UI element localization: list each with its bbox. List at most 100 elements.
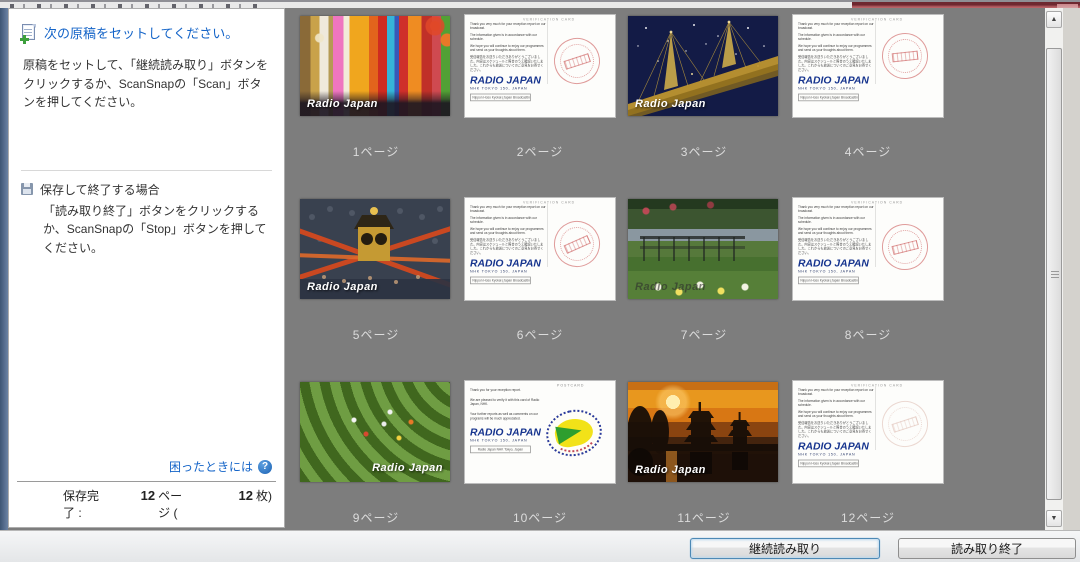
card-address: NHK TOKYO 150, JAPAN <box>470 86 546 90</box>
radio-japan-brand: RADIO JAPAN <box>798 258 874 269</box>
card-paragraph: The information given is in accordance w… <box>798 33 874 41</box>
right-margin-column <box>1063 8 1080 530</box>
save-icon <box>21 183 33 195</box>
scan-instruction-text: 原稿をセットして、「継続読み取り」ボタンをクリックするか、ScanSnapの「S… <box>23 56 270 112</box>
card-address: NHK TOKYO 150, JAPAN <box>798 452 874 456</box>
page-thumbnail-6[interactable]: VERIFICATION CARD Thank you very much fo… <box>464 197 616 301</box>
scrollbar-down-button[interactable]: ▼ <box>1046 510 1062 527</box>
save-section-title: 保存して終了する場合 <box>40 181 160 198</box>
card-paragraph: Thank you very much for your reception r… <box>798 22 874 30</box>
page-label: 11ページ <box>628 509 780 526</box>
section-divider <box>21 170 272 171</box>
page-thumbnail-9[interactable]: Radio Japan <box>300 382 450 482</box>
radio-japan-brand: RADIO JAPAN <box>470 75 546 86</box>
continue-scan-button[interactable]: 継続読み取り <box>690 538 880 559</box>
page-cell-6: VERIFICATION CARD Thank you very much fo… <box>464 197 628 380</box>
page-thumbnail-10[interactable]: POSTCARD Thank you for your reception re… <box>464 380 616 484</box>
red-stamp <box>548 32 606 90</box>
status-sheet-unit: 枚) <box>256 487 272 504</box>
page-thumbnail-4[interactable]: VERIFICATION CARD Thank you very much fo… <box>792 14 944 118</box>
page-cell-5: Radio Japan 5ページ <box>300 197 464 380</box>
page-thumbnail-11[interactable]: Radio Japan <box>628 382 778 482</box>
page-label: 6ページ <box>464 326 616 343</box>
card-paragraph: The information given is in accordance w… <box>798 399 874 407</box>
radio-japan-brand: RADIO JAPAN <box>798 75 874 86</box>
page-cell-12: VERIFICATION CARD Thank you very much fo… <box>792 380 956 530</box>
card-paragraph: Thank you very much for your reception r… <box>470 205 546 213</box>
help-link[interactable]: 困ったときには <box>169 458 253 475</box>
page-cell-9: Radio Japan 9ページ <box>300 380 464 530</box>
instruction-panel: 次の原稿をセットしてください。 原稿をセットして、「継続読み取り」ボタンをクリッ… <box>8 8 285 528</box>
page-label: 10ページ <box>464 509 616 526</box>
card-footer-box: Nippon Hoso Kyokai (Japan Broadcasting C… <box>470 94 531 102</box>
card-paragraph: We hope you will continue to enjoy our p… <box>470 227 546 235</box>
scrollbar-up-button[interactable]: ▲ <box>1046 11 1062 28</box>
page-label: 8ページ <box>792 326 944 343</box>
page-label: 2ページ <box>464 143 616 160</box>
page-cell-11: Radio Japan 11ページ <box>628 380 792 530</box>
set-document-icon <box>21 24 37 42</box>
card-address: NHK TOKYO 150, JAPAN <box>470 439 546 443</box>
page-label: 3ページ <box>628 143 780 160</box>
status-page-count: 12 <box>141 488 155 503</box>
card-header: VERIFICATION CARD <box>851 18 903 22</box>
card-paragraph: Thank you for your reception report. <box>470 388 546 392</box>
card-paragraph-ja: 受信報告をお送りいただきありがとうございました。内容はスケジュールと照合のうえ確… <box>798 55 874 72</box>
page-cell-10: POSTCARD Thank you for your reception re… <box>464 380 628 530</box>
vertical-scrollbar[interactable]: ▲ ▼ <box>1045 8 1063 530</box>
page-label: 7ページ <box>628 326 780 343</box>
page-cell-3: Radio Japan 3ページ <box>628 14 792 197</box>
scrollbar-thumb[interactable] <box>1046 48 1062 500</box>
card-paragraph: We hope you will continue to enjoy our p… <box>470 44 546 52</box>
page-cell-8: VERIFICATION CARD Thank you very much fo… <box>792 197 956 380</box>
panel-heading: 次の原稿をセットしてください。 <box>44 23 238 42</box>
card-paragraph-ja: 受信報告をお送りいただきありがとうございました。内容はスケジュールと照合のうえ確… <box>470 55 546 72</box>
card-paragraph: Thank you very much for your reception r… <box>798 388 874 396</box>
page-label: 9ページ <box>300 509 452 526</box>
card-divider <box>547 20 548 84</box>
card-paragraph: We hope you will continue to enjoy our p… <box>798 227 874 235</box>
card-address: NHK TOKYO 150, JAPAN <box>798 269 874 273</box>
red-stamp <box>877 219 933 275</box>
card-header: VERIFICATION CARD <box>851 201 903 205</box>
card-paragraph: Thank you very much for your reception r… <box>798 205 874 213</box>
scansnap-scan-dialog: 次の原稿をセットしてください。 原稿をセットして、「継続読み取り」ボタンをクリッ… <box>0 0 1080 562</box>
page-thumbnail-8[interactable]: VERIFICATION CARD Thank you very much fo… <box>792 197 944 301</box>
thumbnail-area: Radio Japan 1ページ VERIFICATION CARD Thank… <box>285 8 1045 530</box>
scroll-down-icon: ▼ <box>1051 515 1058 522</box>
page-thumbnail-1[interactable]: Radio Japan <box>300 16 450 116</box>
page-cell-7: Radio Japan 7ページ <box>628 197 792 380</box>
page-thumbnail-5[interactable]: Radio Japan <box>300 199 450 299</box>
page-grid: Radio Japan 1ページ VERIFICATION CARD Thank… <box>300 14 956 530</box>
help-icon[interactable]: ? <box>258 460 272 474</box>
status-sheet-count: 12 <box>239 488 253 503</box>
radio-japan-brand: RADIO JAPAN <box>470 258 546 269</box>
card-paragraph-ja: 受信報告をお送りいただきありがとうございました。内容はスケジュールと照合のうえ確… <box>798 238 874 255</box>
radio-japan-overlay: Radio Japan <box>372 462 443 474</box>
radio-japan-overlay: Radio Japan <box>635 281 706 293</box>
card-divider <box>875 20 876 84</box>
save-instruction-text: 「読み取り終了」ボタンをクリックするか、ScanSnapの「Stop」ボタンを押… <box>23 202 270 258</box>
page-thumbnail-3[interactable]: Radio Japan <box>628 16 778 116</box>
card-header: POSTCARD <box>557 384 584 388</box>
card-paragraph: We are pleased to verify it with this ca… <box>470 398 546 406</box>
card-address: NHK TOKYO 150, JAPAN <box>798 86 874 90</box>
page-thumbnail-7[interactable]: Radio Japan <box>628 199 778 299</box>
page-thumbnail-12[interactable]: VERIFICATION CARD Thank you very much fo… <box>792 380 944 484</box>
page-thumbnail-2[interactable]: VERIFICATION CARD Thank you very much fo… <box>464 14 616 118</box>
card-address: NHK TOKYO 150, JAPAN <box>470 269 546 273</box>
card-paragraph: The information given is in accordance w… <box>470 216 546 224</box>
page-cell-2: VERIFICATION CARD Thank you very much fo… <box>464 14 628 197</box>
scrollbar-grip <box>1051 270 1059 278</box>
dialog-body: 次の原稿をセットしてください。 原稿をセットして、「継続読み取り」ボタンをクリッ… <box>0 8 1080 530</box>
finish-scan-button[interactable]: 読み取り終了 <box>898 538 1076 559</box>
card-divider <box>875 203 876 267</box>
radio-japan-overlay: Radio Japan <box>307 98 378 110</box>
card-paragraph: Thank you very much for your reception r… <box>470 22 546 30</box>
card-footer-box: Nippon Hoso Kyokai (Japan Broadcasting C… <box>798 94 859 102</box>
radio-japan-overlay: Radio Japan <box>307 281 378 293</box>
card-paragraph: The information given is in accordance w… <box>798 216 874 224</box>
card-divider <box>875 386 876 450</box>
card-paragraph: We hope you will continue to enjoy our p… <box>798 410 874 418</box>
card-header: VERIFICATION CARD <box>523 201 575 205</box>
